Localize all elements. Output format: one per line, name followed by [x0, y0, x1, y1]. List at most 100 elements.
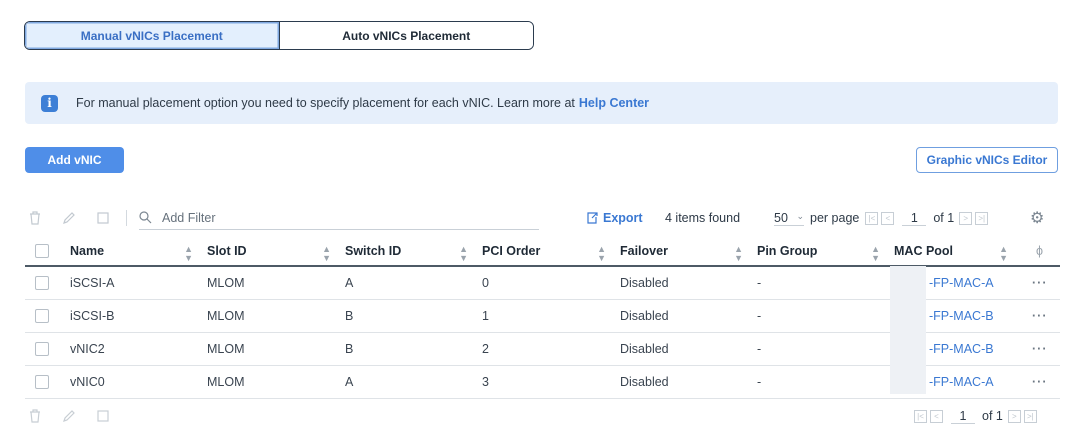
- mac-pool-link[interactable]: -FP-MAC-B: [929, 309, 994, 323]
- row-actions-menu[interactable]: ···: [1032, 375, 1048, 389]
- info-banner: i For manual placement option you need t…: [25, 82, 1058, 124]
- column-label: Pin Group: [757, 243, 818, 258]
- cell-name: iSCSI-A: [70, 266, 207, 300]
- prev-page-icon[interactable]: <: [930, 409, 943, 423]
- export-label: Export: [603, 211, 643, 225]
- filter-placeholder: Add Filter: [162, 210, 216, 225]
- sort-icon[interactable]: ▲ ▼: [999, 245, 1008, 263]
- column-header-mac-pool[interactable]: MAC Pool ▲ ▼: [894, 236, 1022, 267]
- cell-failover: Disabled: [620, 332, 757, 366]
- per-page-select[interactable]: 50 ⌄: [774, 211, 804, 226]
- page-number-input[interactable]: 1: [951, 409, 975, 424]
- first-page-icon[interactable]: |<: [865, 211, 879, 225]
- cell-pci-order: 2: [482, 332, 620, 366]
- sort-icon[interactable]: ▲ ▼: [459, 245, 468, 263]
- mac-pool-link[interactable]: -FP-MAC-B: [929, 342, 994, 356]
- next-page-icon[interactable]: >: [1007, 409, 1021, 423]
- column-label: Switch ID: [345, 243, 402, 258]
- edit-icon[interactable]: [58, 406, 80, 426]
- column-header-pin-group[interactable]: Pin Group ▲ ▼: [757, 236, 894, 267]
- pagination-controls: 50 ⌄ per page |< < 1 of 1 > >|: [774, 211, 991, 226]
- chevron-down-icon: ⌄: [796, 210, 804, 221]
- column-label: MAC Pool: [894, 243, 954, 258]
- row-select-cell: [25, 332, 70, 366]
- first-page-icon[interactable]: |<: [914, 409, 927, 423]
- sort-icon[interactable]: ▲ ▼: [184, 245, 193, 263]
- cell-slot-id: MLOM: [207, 266, 345, 300]
- redacted-region: [890, 266, 926, 394]
- delete-icon[interactable]: [24, 208, 46, 228]
- column-header-failover[interactable]: Failover ▲ ▼: [620, 236, 757, 267]
- row-select-cell: [25, 266, 70, 300]
- per-page-label: per page: [810, 211, 860, 225]
- row-checkbox[interactable]: [35, 341, 49, 356]
- cell-switch-id: B: [345, 299, 482, 333]
- tab-auto-placement[interactable]: Auto vNICs Placement: [279, 22, 533, 49]
- last-page-icon[interactable]: >|: [975, 211, 989, 225]
- sort-icon[interactable]: ▲ ▼: [597, 245, 606, 263]
- column-label: Slot ID: [207, 243, 247, 258]
- row-actions-cell: ···: [1022, 332, 1060, 366]
- tab-manual-placement[interactable]: Manual vNICs Placement: [25, 22, 280, 49]
- prev-page-icon[interactable]: <: [881, 211, 895, 225]
- edit-icon[interactable]: [58, 208, 80, 228]
- items-found-count: 4 items found: [665, 211, 741, 225]
- column-label: Name: [70, 243, 105, 258]
- row-actions-menu[interactable]: ···: [1032, 309, 1048, 323]
- clone-icon[interactable]: [92, 208, 114, 228]
- add-vnic-button[interactable]: Add vNIC: [25, 147, 124, 173]
- page-total: of 1: [982, 409, 1003, 423]
- export-button[interactable]: Export: [585, 211, 643, 225]
- help-center-link[interactable]: Help Center: [579, 96, 649, 110]
- next-page-icon[interactable]: >: [959, 211, 973, 225]
- sort-icon[interactable]: ▲ ▼: [871, 245, 880, 263]
- search-icon: [139, 211, 152, 224]
- per-page-value: 50: [774, 210, 788, 225]
- cell-pin-group: -: [757, 332, 894, 366]
- banner-text: For manual placement option you need to …: [76, 96, 575, 110]
- last-page-icon[interactable]: >|: [1023, 409, 1037, 423]
- placement-toggle: Manual vNICs Placement Auto vNICs Placem…: [24, 21, 534, 50]
- row-checkbox[interactable]: [35, 275, 49, 290]
- cell-slot-id: MLOM: [207, 332, 345, 366]
- cell-slot-id: MLOM: [207, 365, 345, 399]
- graphic-vnics-editor-button[interactable]: Graphic vNICs Editor: [916, 147, 1058, 173]
- sort-icon[interactable]: ▲ ▼: [322, 245, 331, 263]
- cell-name: vNIC2: [70, 332, 207, 366]
- row-select-cell: [25, 365, 70, 399]
- export-icon: [587, 212, 598, 224]
- row-checkbox[interactable]: [35, 374, 49, 389]
- cell-slot-id: MLOM: [207, 299, 345, 333]
- column-header-pci-order[interactable]: PCI Order ▲ ▼: [482, 236, 620, 267]
- column-label: Failover: [620, 243, 668, 258]
- mac-pool-link[interactable]: -FP-MAC-A: [929, 375, 994, 389]
- row-checkbox[interactable]: [35, 308, 49, 323]
- row-actions-menu[interactable]: ···: [1032, 276, 1048, 290]
- clone-icon[interactable]: [92, 406, 114, 426]
- select-all-checkbox[interactable]: [35, 243, 49, 258]
- filter-input[interactable]: Add Filter: [139, 206, 539, 230]
- cell-name: iSCSI-B: [70, 299, 207, 333]
- row-actions-menu[interactable]: ···: [1032, 342, 1048, 356]
- row-actions-cell: ···: [1022, 266, 1060, 300]
- column-header-name[interactable]: Name ▲ ▼: [70, 236, 207, 267]
- column-header-switch-id[interactable]: Switch ID ▲ ▼: [345, 236, 482, 267]
- delete-icon[interactable]: [24, 406, 46, 426]
- table-footer: |< < 1 of 1 > >|: [24, 405, 1064, 427]
- column-header-slot-id[interactable]: Slot ID ▲ ▼: [207, 236, 345, 267]
- row-actions-cell: ···: [1022, 365, 1060, 399]
- page-total: of 1: [933, 211, 955, 225]
- cell-failover: Disabled: [620, 299, 757, 333]
- footer-pager: |< < 1 of 1 > >|: [914, 409, 1040, 424]
- row-actions-cell: ···: [1022, 299, 1060, 333]
- cell-switch-id: B: [345, 332, 482, 366]
- page-number-input[interactable]: 1: [902, 211, 927, 226]
- pager: |< < 1 of 1 > >|: [865, 211, 991, 226]
- cell-pci-order: 3: [482, 365, 620, 399]
- row-select-cell: [25, 299, 70, 333]
- gear-icon[interactable]: ⚙: [1030, 208, 1044, 228]
- column-label: PCI Order: [482, 243, 541, 258]
- mac-pool-link[interactable]: -FP-MAC-A: [929, 276, 994, 290]
- sort-icon[interactable]: ▲ ▼: [734, 245, 743, 263]
- cell-switch-id: A: [345, 365, 482, 399]
